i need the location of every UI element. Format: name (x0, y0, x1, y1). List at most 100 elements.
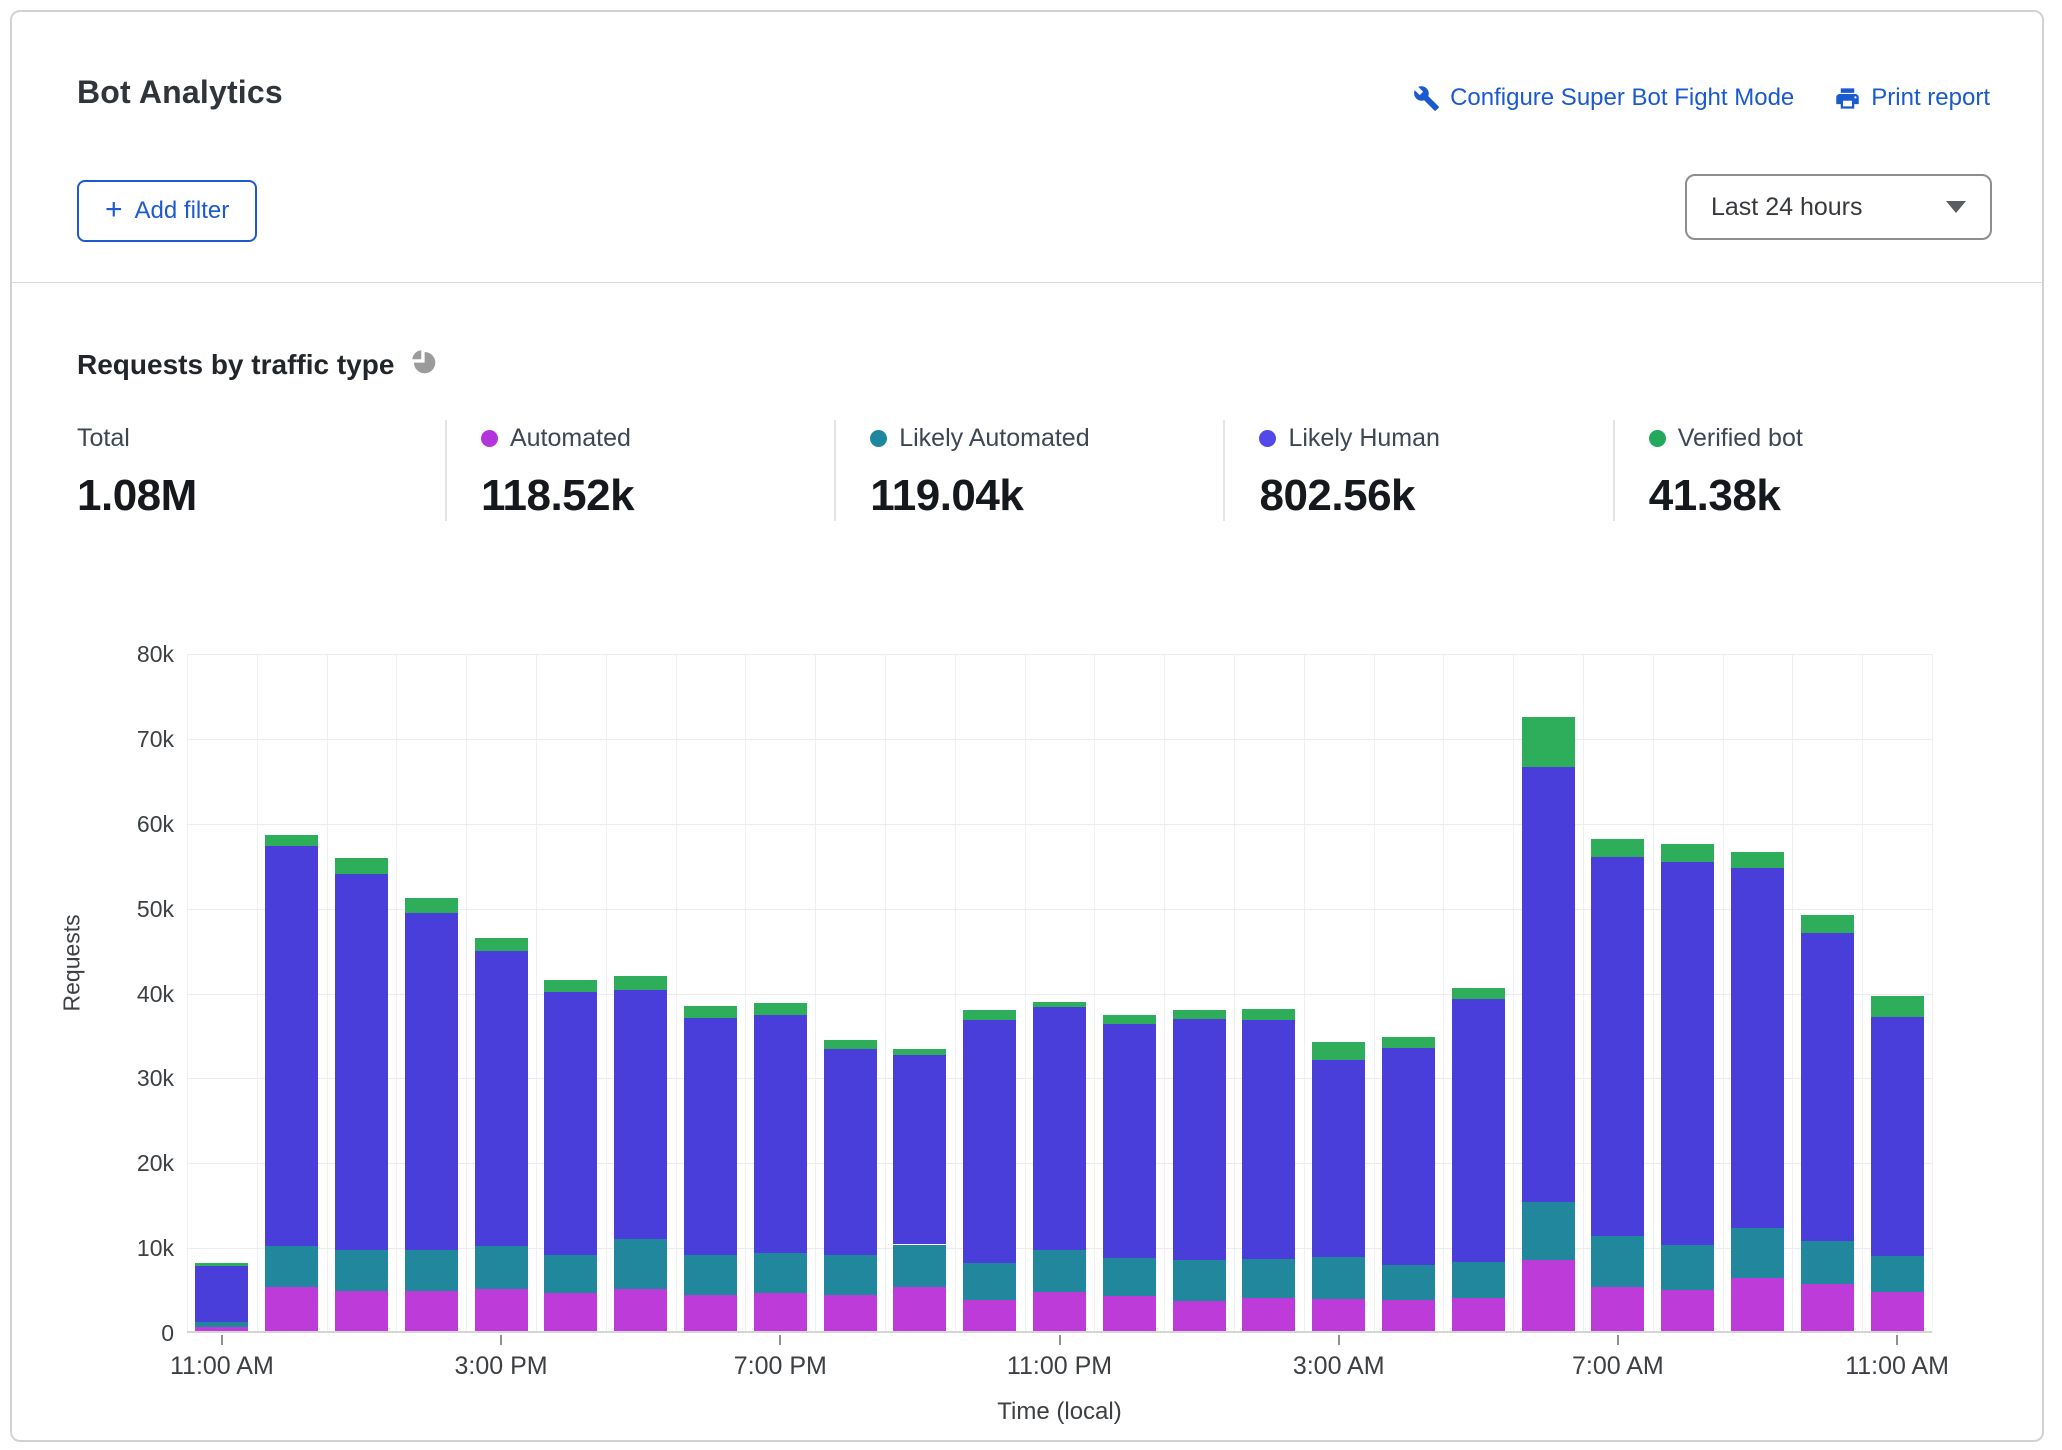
bar-segment-likely_automated (963, 1263, 1016, 1300)
stacked-bar-hour-24[interactable] (1871, 996, 1924, 1331)
y-tick-label: 10k (24, 1235, 174, 1261)
stacked-bar-hour-20[interactable] (1591, 839, 1644, 1331)
requests-chart-plot (187, 654, 1932, 1333)
bar-segment-automated (405, 1291, 458, 1331)
bar-segment-automated (963, 1300, 1016, 1331)
header-links: Configure Super Bot Fight Mode Print rep… (1413, 84, 1990, 112)
gridline-vertical (1932, 654, 1933, 1333)
screen: Bot Analytics Configure Super Bot Fight … (0, 0, 2062, 1450)
printer-icon (1834, 85, 1861, 112)
stacked-bar-hour-5[interactable] (544, 981, 597, 1332)
configure-super-bot-fight-mode-link[interactable]: Configure Super Bot Fight Mode (1413, 84, 1794, 112)
bar-segment-automated (1591, 1287, 1644, 1331)
bar-segment-automated (754, 1293, 807, 1331)
stacked-bar-hour-0[interactable] (195, 1263, 248, 1331)
wrench-icon (1413, 85, 1440, 112)
stacked-bar-hour-7[interactable] (684, 1006, 737, 1331)
stacked-bar-hour-23[interactable] (1801, 915, 1854, 1331)
stat-automated-value: 118.52k (481, 471, 834, 521)
bar-segment-verified_bot (405, 898, 458, 913)
gridline-horizontal (187, 654, 1932, 655)
stacked-bar-hour-8[interactable] (754, 1003, 807, 1331)
bar-segment-likely_human (265, 846, 318, 1246)
bar-segment-likely_automated (265, 1246, 318, 1287)
time-range-select[interactable]: Last 24 hours (1685, 174, 1992, 240)
stat-automated: Automated 118.52k (445, 420, 834, 521)
bar-segment-likely_human (1661, 862, 1714, 1246)
x-tick-label: 11:00 PM (960, 1352, 1160, 1381)
bar-segment-verified_bot (1522, 717, 1575, 767)
stat-verified-bot: Verified bot 41.38k (1613, 420, 2002, 521)
stacked-bar-hour-1[interactable] (265, 835, 318, 1332)
bar-segment-automated (1312, 1299, 1365, 1331)
x-axis-title: Time (local) (187, 1398, 1932, 1426)
bar-segment-verified_bot (1033, 1002, 1086, 1007)
stacked-bar-hour-19[interactable] (1522, 717, 1575, 1332)
stacked-bar-hour-17[interactable] (1382, 1037, 1435, 1332)
stacked-bar-hour-11[interactable] (963, 1010, 1016, 1331)
bar-segment-verified_bot (1242, 1009, 1295, 1019)
bar-segment-automated (1242, 1298, 1295, 1331)
x-tick-label: 11:00 AM (1797, 1352, 1997, 1381)
print-report-link[interactable]: Print report (1834, 84, 1990, 112)
x-tick (779, 1335, 781, 1345)
stacked-bar-hour-9[interactable] (824, 1040, 877, 1331)
bar-segment-likely_automated (1382, 1265, 1435, 1301)
x-tick (1896, 1335, 1898, 1345)
x-tick-label: 3:00 PM (401, 1352, 601, 1381)
stacked-bar-hour-21[interactable] (1661, 844, 1714, 1331)
bar-segment-verified_bot (754, 1003, 807, 1015)
gridline-horizontal (187, 739, 1932, 740)
bar-segment-likely_automated (684, 1255, 737, 1296)
x-tick-label: 7:00 AM (1518, 1352, 1718, 1381)
bar-segment-automated (265, 1287, 318, 1331)
bar-segment-likely_automated (1173, 1260, 1226, 1302)
bar-segment-likely_human (1522, 767, 1575, 1202)
stacked-bar-hour-18[interactable] (1452, 988, 1505, 1331)
bar-segment-automated (475, 1289, 528, 1331)
bar-segment-automated (195, 1327, 248, 1331)
print-link-label: Print report (1871, 84, 1990, 112)
bar-segment-likely_human (335, 874, 388, 1250)
stacked-bar-hour-13[interactable] (1103, 1015, 1156, 1331)
stacked-bar-hour-12[interactable] (1033, 1002, 1086, 1331)
stacked-bar-hour-4[interactable] (475, 938, 528, 1331)
bar-segment-likely_human (963, 1020, 1016, 1263)
bar-segment-verified_bot (824, 1040, 877, 1049)
bar-segment-likely_human (475, 951, 528, 1246)
bar-segment-likely_automated (1033, 1250, 1086, 1292)
bar-segment-verified_bot (963, 1010, 1016, 1020)
stacked-bar-hour-2[interactable] (335, 858, 388, 1331)
bar-segment-likely_automated (544, 1255, 597, 1293)
bar-segment-automated (824, 1295, 877, 1332)
bar-segment-verified_bot (335, 858, 388, 873)
bar-segment-automated (335, 1291, 388, 1331)
bar-segment-likely_automated (1871, 1256, 1924, 1292)
x-axis-line (187, 1331, 1932, 1333)
header-divider (12, 282, 2042, 283)
stacked-bar-hour-6[interactable] (614, 976, 667, 1331)
bar-segment-likely_human (1871, 1017, 1924, 1256)
x-tick-label: 11:00 AM (122, 1352, 322, 1381)
automated-dot-icon (481, 430, 498, 447)
bar-segment-verified_bot (1382, 1037, 1435, 1049)
stacked-bar-hour-15[interactable] (1242, 1009, 1295, 1331)
bar-segment-automated (1871, 1292, 1924, 1331)
bar-segment-likely_automated (1242, 1259, 1295, 1298)
bar-segment-verified_bot (1173, 1010, 1226, 1019)
stacked-bar-hour-14[interactable] (1173, 1010, 1226, 1331)
section-title: Requests by traffic type (77, 348, 437, 382)
stacked-bar-hour-16[interactable] (1312, 1042, 1365, 1331)
bar-segment-automated (1801, 1284, 1854, 1332)
bar-segment-likely_automated (195, 1322, 248, 1327)
x-tick-label: 7:00 PM (680, 1352, 880, 1381)
gridline-horizontal (187, 824, 1932, 825)
stacked-bar-hour-10[interactable] (893, 1049, 946, 1331)
add-filter-button[interactable]: + Add filter (77, 180, 257, 242)
add-filter-label: Add filter (135, 197, 230, 225)
y-tick-label: 80k (24, 641, 174, 667)
bar-segment-likely_automated (1103, 1258, 1156, 1296)
stacked-bar-hour-3[interactable] (405, 898, 458, 1331)
bar-segment-verified_bot (1801, 915, 1854, 933)
stacked-bar-hour-22[interactable] (1731, 852, 1784, 1332)
